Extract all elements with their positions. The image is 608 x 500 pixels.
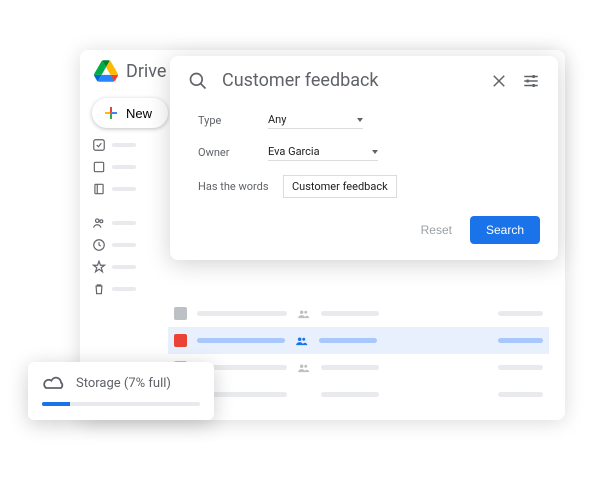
tune-icon[interactable] bbox=[522, 72, 540, 90]
devices-icon bbox=[92, 160, 106, 174]
sidebar-item-mydrive[interactable] bbox=[92, 138, 144, 152]
close-icon[interactable] bbox=[490, 72, 508, 90]
placeholder bbox=[112, 287, 136, 291]
file-list bbox=[168, 300, 549, 408]
file-row[interactable] bbox=[168, 300, 549, 327]
search-icon bbox=[188, 71, 208, 91]
meta-placeholder bbox=[321, 311, 379, 316]
plus-icon bbox=[102, 104, 120, 122]
placeholder bbox=[112, 243, 136, 247]
storage-card[interactable]: Storage (7% full) bbox=[28, 362, 214, 420]
meta-placeholder bbox=[498, 365, 543, 370]
filter-words-input[interactable]: Customer feedback bbox=[283, 175, 397, 198]
meta-placeholder bbox=[321, 392, 379, 397]
file-row-selected[interactable] bbox=[168, 327, 549, 354]
storage-label: Storage (7% full) bbox=[76, 376, 171, 391]
placeholder bbox=[112, 265, 136, 269]
storage-bar bbox=[42, 402, 200, 406]
sidebar-item-trash[interactable] bbox=[92, 282, 144, 296]
filename-placeholder bbox=[197, 338, 285, 343]
search-panel: Customer feedback Type Any Owner Eva Gar… bbox=[170, 56, 558, 260]
sidebar-item-shared[interactable] bbox=[92, 182, 144, 196]
sidebar-item-starred[interactable] bbox=[92, 260, 144, 274]
placeholder bbox=[112, 143, 136, 147]
shared-icon bbox=[297, 309, 311, 319]
search-button[interactable]: Search bbox=[470, 216, 540, 244]
shared-icon bbox=[297, 363, 311, 373]
filename-placeholder bbox=[197, 311, 287, 316]
filter-owner-label: Owner bbox=[198, 146, 268, 159]
sidebar bbox=[92, 138, 144, 296]
filter-owner-value: Eva Garcia bbox=[268, 145, 320, 158]
reset-button[interactable]: Reset bbox=[421, 223, 452, 237]
people-icon bbox=[92, 216, 106, 230]
filter-type-dropdown[interactable]: Any bbox=[268, 111, 363, 129]
search-query[interactable]: Customer feedback bbox=[222, 70, 476, 91]
placeholder bbox=[112, 165, 136, 169]
star-icon bbox=[92, 260, 106, 274]
folder-icon bbox=[174, 307, 187, 320]
new-button-label: New bbox=[126, 106, 152, 121]
filter-words-label: Has the words bbox=[198, 180, 283, 193]
sidebar-item-recent[interactable] bbox=[92, 238, 144, 252]
meta-placeholder bbox=[498, 392, 543, 397]
storage-bar-fill bbox=[42, 402, 70, 406]
new-button[interactable]: New bbox=[92, 98, 168, 128]
meta-placeholder bbox=[321, 365, 379, 370]
file-row[interactable] bbox=[168, 354, 549, 381]
storage-header: Storage (7% full) bbox=[42, 374, 200, 392]
filter-words: Has the words Customer feedback bbox=[198, 175, 540, 198]
cloud-icon bbox=[42, 374, 66, 392]
clock-icon bbox=[92, 238, 106, 252]
filter-type: Type Any bbox=[198, 111, 540, 129]
drive-logo-icon bbox=[94, 60, 118, 82]
filter-type-value: Any bbox=[268, 113, 286, 126]
book-icon bbox=[92, 182, 106, 196]
sidebar-item-people[interactable] bbox=[92, 216, 144, 230]
chevron-down-icon bbox=[357, 118, 363, 122]
chevron-down-icon bbox=[372, 150, 378, 154]
image-file-icon bbox=[174, 334, 187, 347]
filter-type-label: Type bbox=[198, 114, 268, 127]
meta-placeholder bbox=[498, 338, 543, 343]
sidebar-item-computers[interactable] bbox=[92, 160, 144, 174]
filter-owner: Owner Eva Garcia bbox=[198, 143, 540, 161]
checkbox-icon bbox=[92, 138, 106, 152]
placeholder bbox=[112, 187, 136, 191]
search-bar: Customer feedback bbox=[188, 70, 540, 91]
app-name: Drive bbox=[126, 61, 166, 82]
meta-placeholder bbox=[498, 311, 543, 316]
panel-actions: Reset Search bbox=[188, 216, 540, 244]
trash-icon bbox=[92, 282, 106, 296]
file-row[interactable] bbox=[168, 381, 549, 408]
placeholder bbox=[112, 221, 136, 225]
filter-owner-dropdown[interactable]: Eva Garcia bbox=[268, 143, 378, 161]
shared-icon bbox=[295, 336, 309, 346]
meta-placeholder bbox=[319, 338, 377, 343]
